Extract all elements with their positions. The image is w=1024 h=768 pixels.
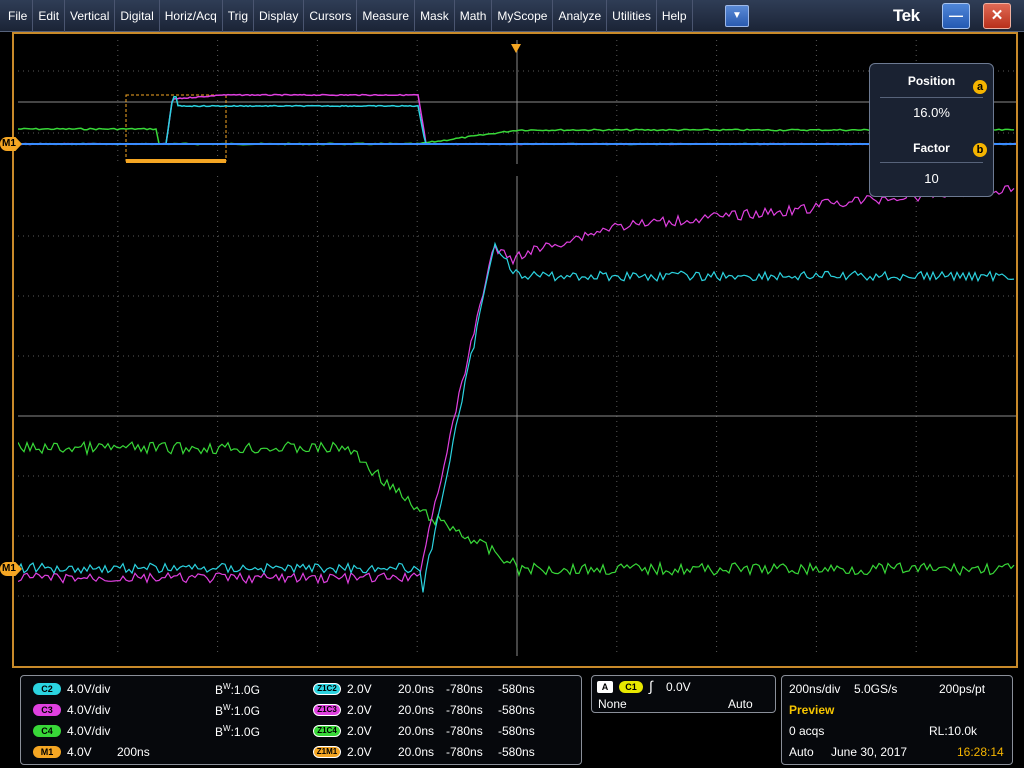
z1c2-pos2: -580ns [498, 682, 535, 696]
acquisition-readout[interactable]: 200ns/div 5.0GS/s 200ps/pt Preview 0 acq… [781, 675, 1013, 765]
menu-item-edit[interactable]: Edit [33, 0, 66, 32]
z1m1-time: 20.0ns [398, 745, 435, 759]
zoom-box [125, 94, 227, 162]
menu-item-analyze[interactable]: Analyze [553, 0, 608, 32]
c3-bandwidth: BW:1.0G [215, 703, 260, 718]
menu-item-trig[interactable]: Trig [223, 0, 254, 32]
z1c3-pos1: -780ns [446, 703, 483, 717]
z1c3-time: 20.0ns [398, 703, 435, 717]
menu-item-utilities[interactable]: Utilities [607, 0, 657, 32]
math-badge-m1[interactable]: M1 [33, 746, 61, 758]
tek-logo: Tek [893, 6, 920, 25]
factor-value[interactable]: 10 [870, 171, 993, 186]
trigger-coupling: None [598, 697, 627, 711]
z1c4-pos2: -580ns [498, 724, 535, 738]
minimize-icon[interactable]: — [942, 3, 970, 29]
knob-b-icon: b [973, 143, 987, 157]
position-value[interactable]: 16.0% [870, 105, 993, 120]
zoom-badge-m1[interactable]: Z1M1 [313, 746, 341, 758]
acq-count: 0 acqs [789, 724, 825, 738]
z1c4-pos1: -780ns [446, 724, 483, 738]
trigger-mode-badge: A [597, 681, 613, 693]
zoom-badge-c3[interactable]: Z1C3 [313, 704, 341, 716]
menu-item-help[interactable]: Help [657, 0, 693, 32]
overview-graticule[interactable] [18, 40, 1016, 164]
graticule-grid [18, 40, 1016, 164]
menu-item-file[interactable]: File [0, 0, 34, 32]
c3-zoom-trace [18, 185, 1015, 585]
menu-item-myscope[interactable]: MyScope [492, 0, 554, 32]
menu-item-display[interactable]: Display [254, 0, 305, 32]
menu-item-horiz-acq[interactable]: Horiz/Acq [160, 0, 223, 32]
channel-badge-c4[interactable]: C4 [33, 725, 61, 737]
z1c4-scale: 2.0V [347, 724, 372, 738]
c2-zoom-trace [18, 241, 1015, 593]
zoom-control-panel: Position a 16.0% Factor b 10 [869, 63, 994, 197]
m1-scale[interactable]: 4.0V [67, 745, 92, 759]
graticule-grid [18, 176, 1016, 656]
chevron-down-icon[interactable]: ▼ [725, 5, 749, 27]
channel-badge-c3[interactable]: C3 [33, 704, 61, 716]
readout-area: C2 4.0V/div BW:1.0G Z1C2 2.0V 20.0ns -78… [0, 670, 1024, 768]
acquisition-mode: Auto [789, 745, 814, 759]
c4-zoom-trace [18, 440, 1015, 578]
menu-item-cursors[interactable]: Cursors [304, 0, 358, 32]
record-length: RL:10.0k [929, 724, 978, 738]
acquisition-status: Preview [789, 703, 835, 717]
separator [880, 97, 983, 98]
z1c4-time: 20.0ns [398, 724, 435, 738]
m1-time: 200ns [117, 745, 150, 759]
z1c2-pos1: -780ns [446, 682, 483, 696]
knob-a-icon: a [973, 80, 987, 94]
date: June 30, 2017 [831, 745, 908, 759]
z1c2-scale: 2.0V [347, 682, 372, 696]
trigger-position-icon[interactable] [511, 44, 521, 53]
c2-scale[interactable]: 4.0V/div [67, 682, 110, 696]
c3-scale[interactable]: 4.0V/div [67, 703, 110, 717]
z1m1-scale: 2.0V [347, 745, 372, 759]
z1c3-scale: 2.0V [347, 703, 372, 717]
z1c3-pos2: -580ns [498, 703, 535, 717]
c4-bandwidth: BW:1.0G [215, 724, 260, 739]
menu-item-vertical[interactable]: Vertical [65, 0, 116, 32]
trigger-readout[interactable]: A C1 ∫ 0.0V None Auto [591, 675, 776, 713]
z1m1-pos2: -580ns [498, 745, 535, 759]
menu-item-measure[interactable]: Measure [357, 0, 416, 32]
time: 16:28:14 [957, 745, 1004, 759]
menu-items: File Edit Vertical Digital Horiz/Acq Trig Disp… [0, 0, 693, 32]
resolution: 200ps/pt [939, 682, 986, 696]
c2-bandwidth: BW:1.0G [215, 682, 260, 697]
zoom-badge-c2[interactable]: Z1C2 [313, 683, 341, 695]
trigger-level: 0.0V [666, 680, 691, 694]
channel-badge-c2[interactable]: C2 [33, 683, 61, 695]
c4-scale[interactable]: 4.0V/div [67, 724, 110, 738]
trigger-sweep: Auto [728, 697, 753, 711]
trigger-source-badge: C1 [619, 681, 643, 693]
timebase: 200ns/div [789, 682, 841, 696]
sample-rate: 5.0GS/s [854, 682, 898, 696]
menu-bar: File Edit Vertical Digital Horiz/Acq Trig Disp… [0, 0, 1024, 32]
close-icon[interactable]: ✕ [983, 3, 1011, 29]
z1c2-time: 20.0ns [398, 682, 435, 696]
rising-edge-icon: ∫ [649, 678, 653, 694]
zoom-graticule[interactable] [18, 176, 1016, 656]
zoom-badge-c4[interactable]: Z1C4 [313, 725, 341, 737]
separator [880, 162, 983, 163]
z1m1-pos1: -780ns [446, 745, 483, 759]
channel-readout[interactable]: C2 4.0V/div BW:1.0G Z1C2 2.0V 20.0ns -78… [20, 675, 582, 765]
menu-item-digital[interactable]: Digital [115, 0, 160, 32]
menu-item-math[interactable]: Math [455, 0, 493, 32]
menu-item-mask[interactable]: Mask [415, 0, 455, 32]
